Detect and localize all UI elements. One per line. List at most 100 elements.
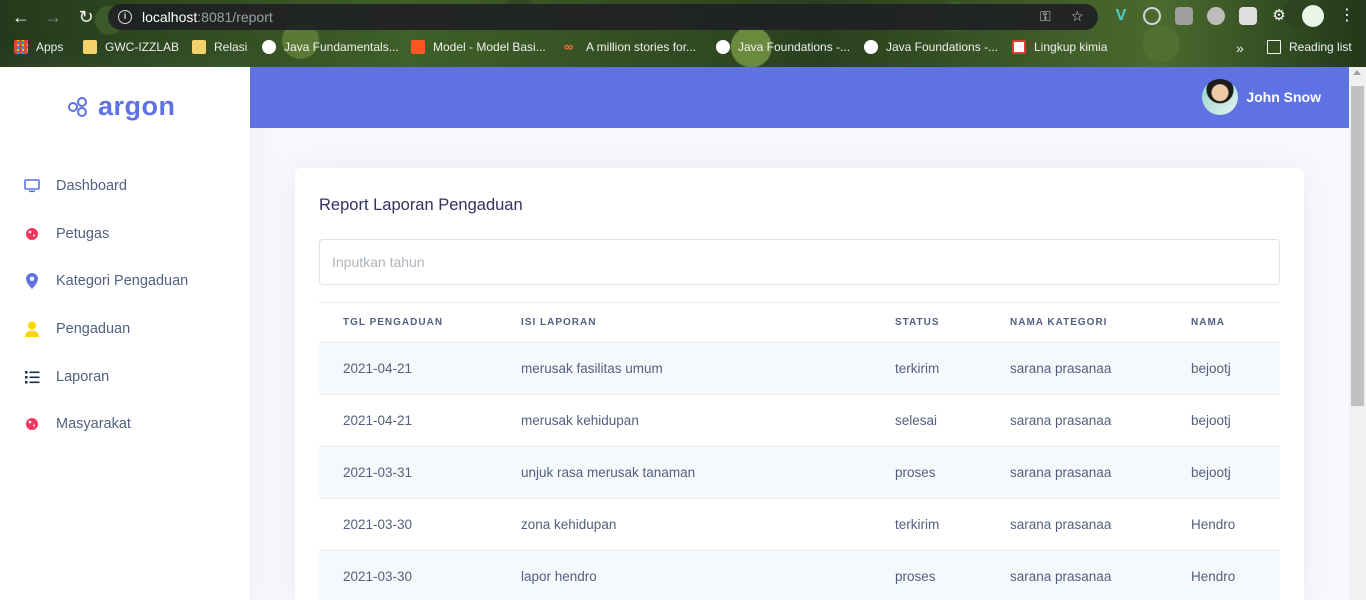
sidebar-item-pengaduan[interactable]: Pengaduan [0, 309, 250, 349]
monitor-icon [24, 178, 40, 194]
folder-icon [83, 40, 97, 54]
wallet-extension-icon[interactable] [1239, 7, 1257, 25]
bookmark-label: Java Foundations -... [738, 40, 851, 54]
record-extension-icon[interactable] [1207, 7, 1225, 25]
url-path: :8081/report [197, 9, 273, 25]
year-search-input[interactable] [319, 239, 1280, 285]
scrollbar-thumb[interactable] [1351, 86, 1364, 406]
puzzle-extensions-icon[interactable]: ⚙ [1270, 7, 1288, 25]
cell-category: sarana prasanaa [1010, 517, 1112, 532]
forward-arrow-icon[interactable]: → [42, 6, 64, 28]
sidebar-item-label: Petugas [56, 226, 110, 242]
table-row[interactable]: 2021-03-31 unjuk rasa merusak tanaman pr… [319, 447, 1280, 499]
user-icon [24, 321, 40, 337]
sidebar-item-laporan[interactable]: Laporan [0, 357, 250, 397]
page-title: Report Laporan Pengaduan [319, 196, 523, 214]
bookmark-label: Relasi [214, 40, 248, 54]
cell-date: 2021-03-30 [343, 569, 413, 584]
cell-category: sarana prasanaa [1010, 569, 1112, 584]
profile-avatar-icon[interactable] [1302, 5, 1324, 27]
table-row[interactable]: 2021-03-30 zona kehidupan terkirim saran… [319, 499, 1280, 551]
bookmark-label: Apps [36, 40, 64, 54]
star-bookmark-icon[interactable]: ☆ [1071, 8, 1084, 25]
planet-icon [24, 226, 40, 242]
cell-report: unjuk rasa merusak tanaman [521, 465, 696, 480]
bookmark-java-foundations-2[interactable]: Java Foundations -... [864, 40, 998, 54]
vue-devtools-icon[interactable]: V [1112, 7, 1130, 25]
cell-name: bejootj [1191, 413, 1231, 428]
sidebar-item-label: Pengaduan [56, 321, 131, 337]
address-bar[interactable]: i localhost:8081/report ⚿ ☆ [108, 4, 1098, 30]
bookmark-apps[interactable]: Apps [14, 40, 63, 54]
cell-status: proses [895, 465, 936, 480]
site-info-icon[interactable]: i [118, 10, 132, 24]
brand-logo[interactable]: argon [68, 91, 176, 122]
cell-report: zona kehidupan [521, 517, 617, 532]
sidebar-item-petugas[interactable]: Petugas [0, 214, 250, 254]
cell-report: merusak kehidupan [521, 413, 639, 428]
sidebar-item-masyarakat[interactable]: Masyarakat [0, 404, 250, 444]
column-header[interactable]: TGL PENGADUAN [343, 317, 443, 328]
reading-list-label: Reading list [1289, 40, 1352, 54]
g-logo-icon [1012, 40, 1026, 54]
globe-icon [716, 40, 730, 54]
bookmark-gwc-izzlab[interactable]: GWC-IZZLAB [83, 40, 179, 54]
column-header[interactable]: NAMA KATEGORI [1010, 317, 1107, 328]
cell-status: proses [895, 569, 936, 584]
sidebar-item-label: Masyarakat [56, 416, 131, 432]
key-icon[interactable]: ⚿ [1040, 8, 1051, 25]
bookmark-label: Java Foundations -... [886, 40, 999, 54]
table-header: TGL PENGADUAN ISI LAPORAN STATUS NAMA KA… [319, 303, 1280, 343]
cell-category: sarana prasanaa [1010, 465, 1112, 480]
cell-report: merusak fasilitas umum [521, 361, 663, 376]
sidebar-item-label: Laporan [56, 369, 110, 385]
table-row[interactable]: 2021-04-21 merusak kehidupan selesai sar… [319, 395, 1280, 447]
column-header[interactable]: STATUS [895, 317, 940, 328]
kebab-menu-icon[interactable]: ⋮ [1338, 7, 1356, 25]
bookmark-label: Lingkup kimia [1034, 40, 1108, 54]
bookmark-lingkup-kimia[interactable]: Lingkup kimia [1012, 40, 1107, 54]
more-bookmarks-button[interactable]: » [1236, 40, 1244, 56]
bookmark-relasi[interactable]: Relasi [192, 40, 247, 54]
user-name: John Snow [1246, 89, 1321, 105]
avatar [1202, 79, 1239, 115]
sidebar-item-label: Dashboard [56, 178, 127, 194]
column-header[interactable]: NAMA [1191, 317, 1225, 328]
table-row[interactable]: 2021-03-30 lapor hendro proses sarana pr… [319, 551, 1280, 600]
report-table: TGL PENGADUAN ISI LAPORAN STATUS NAMA KA… [319, 302, 1280, 600]
list-icon [24, 369, 40, 385]
cell-name: bejootj [1191, 465, 1231, 480]
report-card: Report Laporan Pengaduan TGL PENGADUAN I… [295, 168, 1304, 600]
infinity-icon: ∞ [564, 39, 574, 54]
header-bar: John Snow [250, 67, 1349, 128]
bookmark-java-foundations-1[interactable]: Java Foundations -... [716, 40, 850, 54]
cell-name: Hendro [1191, 569, 1236, 584]
brand-name: argon [98, 91, 176, 121]
column-header[interactable]: ISI LAPORAN [521, 317, 596, 328]
globe-icon [262, 40, 276, 54]
cell-date: 2021-04-21 [343, 413, 413, 428]
sidebar-item-kategori-pengaduan[interactable]: Kategori Pengaduan [0, 261, 250, 301]
reload-icon[interactable]: ↻ [75, 6, 97, 28]
sidebar-item-dashboard[interactable]: Dashboard [0, 166, 250, 206]
browser-toolbar: ← → ↻ i localhost:8081/report ⚿ ☆ V ⚙ ⋮ [0, 0, 1366, 34]
extension-icon[interactable] [1175, 7, 1193, 25]
bookmark-label: Model - Model Basi... [433, 40, 546, 54]
blogger-icon [411, 40, 425, 54]
bookmark-label: Java Fundamentals... [284, 40, 399, 54]
bookmark-java-fundamentals[interactable]: Java Fundamentals... [262, 40, 399, 54]
scroll-up-arrow-icon[interactable] [1353, 70, 1361, 75]
cell-date: 2021-03-31 [343, 465, 413, 480]
folder-icon [192, 40, 206, 54]
user-menu[interactable]: John Snow [1202, 79, 1321, 115]
url-host: localhost [142, 9, 198, 25]
cell-category: sarana prasanaa [1010, 413, 1112, 428]
back-arrow-icon[interactable]: ← [10, 6, 32, 28]
browser-chrome: ← → ↻ i localhost:8081/report ⚿ ☆ V ⚙ ⋮ … [0, 0, 1366, 67]
table-row[interactable]: 2021-04-21 merusak fasilitas umum terkir… [319, 343, 1280, 395]
reading-list-button[interactable]: Reading list [1267, 40, 1352, 54]
globe-extension-icon[interactable] [1143, 7, 1161, 25]
bookmark-million-stories[interactable]: ∞ A million stories for... [564, 39, 696, 55]
cell-report: lapor hendro [521, 569, 597, 584]
bookmark-model-basis[interactable]: Model - Model Basi... [411, 40, 546, 54]
